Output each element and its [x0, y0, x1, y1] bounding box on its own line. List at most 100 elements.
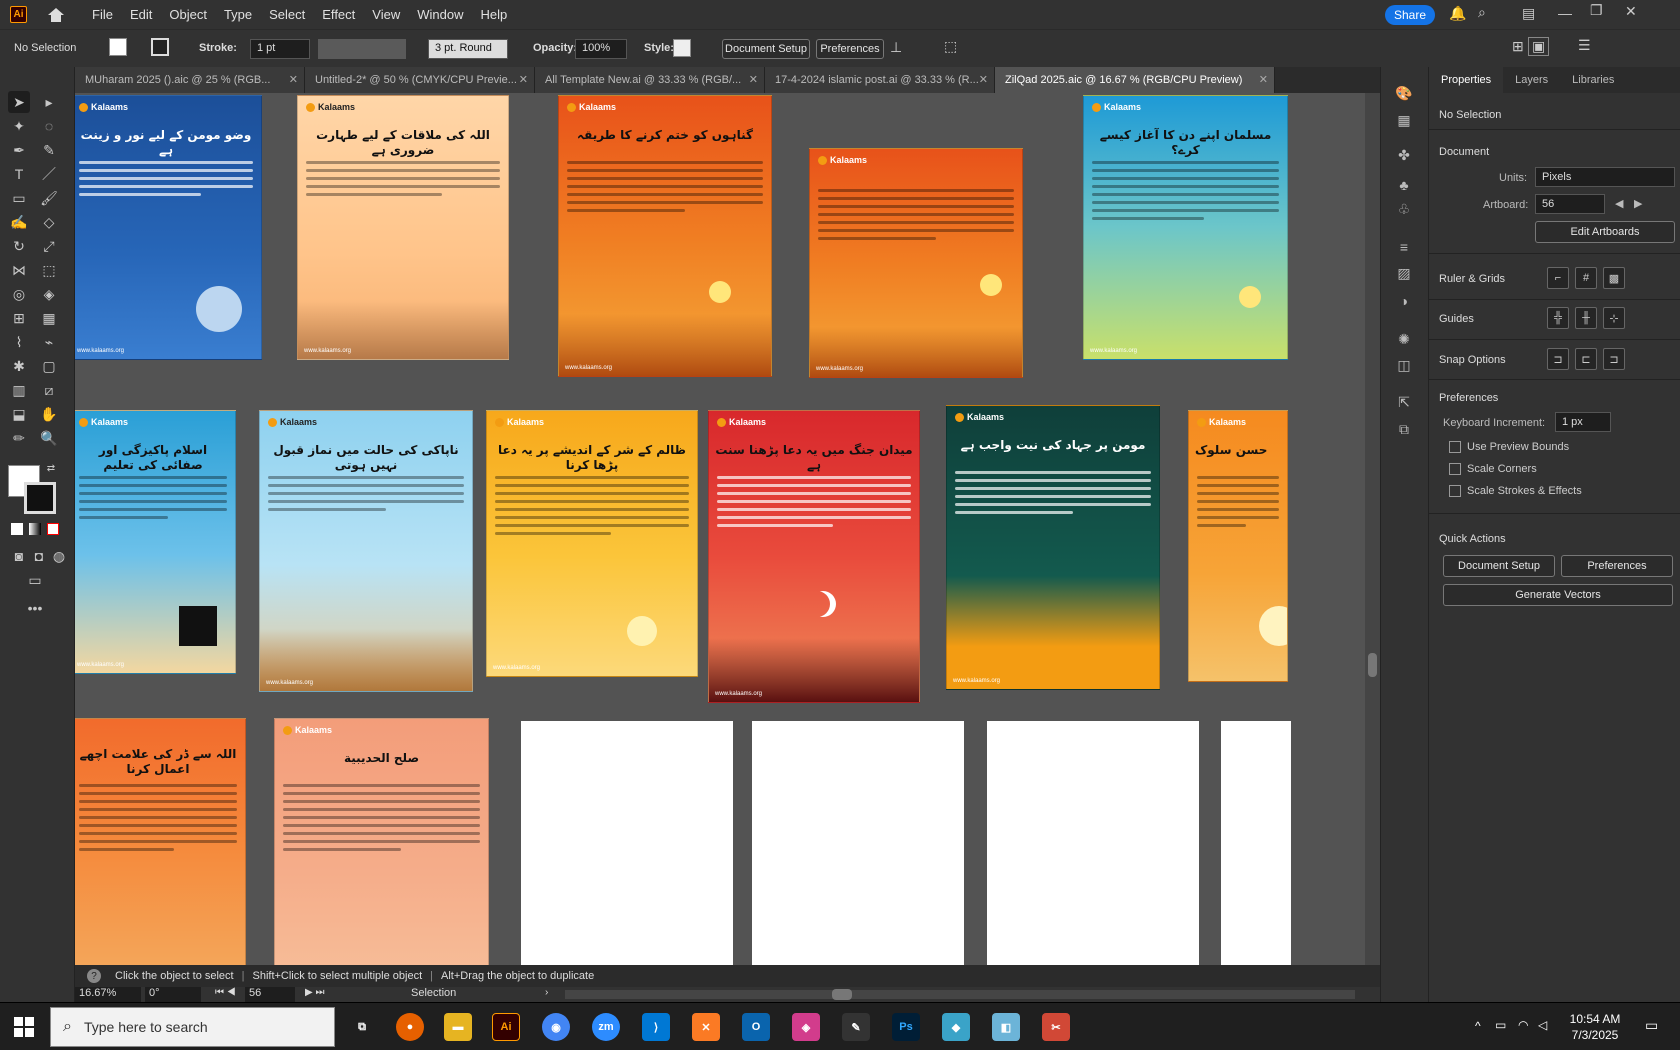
transparency-grid-icon[interactable]: ▩ — [1603, 267, 1625, 289]
edit-artboards-button[interactable]: Edit Artboards — [1535, 221, 1675, 243]
draw-inside-icon[interactable]: ◍ — [48, 545, 70, 567]
lasso-tool-icon[interactable]: ◌ — [38, 115, 60, 137]
status-menu-icon[interactable]: › — [545, 987, 548, 998]
scrollbar-thumb[interactable] — [1368, 653, 1377, 677]
blank-artboard[interactable] — [1221, 721, 1291, 970]
app-icon[interactable]: ◧ — [992, 1013, 1020, 1041]
blank-artboard[interactable] — [752, 721, 964, 970]
rulers-icon[interactable]: ⌐ — [1547, 267, 1569, 289]
menu-object[interactable]: Object — [169, 7, 207, 22]
panels-icon[interactable]: ▣ — [1528, 37, 1550, 56]
layers-panel-icon[interactable]: ◫ — [1394, 355, 1414, 375]
isolate-icon[interactable]: ⬚ — [944, 38, 957, 55]
blank-artboard[interactable] — [987, 721, 1199, 970]
artboard[interactable]: Kalaams اللہ کی ملاقات کے لیے طہارت ضرور… — [297, 95, 509, 360]
taskbar-search[interactable]: ⌕ Type here to search — [50, 1007, 335, 1047]
blank-artboard[interactable] — [521, 721, 733, 970]
panel-menu-icon[interactable]: ☰ — [1578, 37, 1591, 54]
swap-colors-icon[interactable]: ⇄ — [44, 461, 58, 475]
shape-builder-tool-icon[interactable]: ◎ — [8, 283, 30, 305]
artboard[interactable]: Kalaams صلح الحديبية — [274, 718, 489, 970]
variable-width-profile[interactable] — [318, 39, 406, 59]
task-view-icon[interactable]: ⧉ — [348, 1013, 376, 1041]
artboard[interactable]: Kalaams اسلام پاکیزگی اور صفائی کی تعلیم… — [75, 410, 236, 674]
artboard[interactable]: Kalaams www.kalaams.org — [809, 148, 1023, 378]
snap-to-glyph-icon[interactable]: ⊐ — [1603, 348, 1625, 370]
artboard-select[interactable]: 56 — [1535, 194, 1605, 214]
brushes-panel-icon[interactable]: ✤ — [1394, 145, 1414, 165]
help-icon[interactable]: ? — [87, 969, 101, 983]
vertical-scrollbar[interactable] — [1365, 93, 1380, 970]
stroke-swatch[interactable] — [151, 38, 169, 56]
graphic-style-swatch[interactable] — [673, 39, 691, 57]
tab-layers[interactable]: Layers — [1503, 67, 1560, 93]
previous-artboard-icon[interactable]: ◀ — [1615, 197, 1623, 210]
width-tool-icon[interactable]: ⋈ — [8, 259, 30, 281]
document-setup-button[interactable]: Document Setup — [1443, 555, 1555, 577]
xampp-icon[interactable]: ✕ — [692, 1013, 720, 1041]
close-tab-icon[interactable]: ✕ — [749, 73, 758, 86]
artboard[interactable]: Kalaams مومن پر جہاد کی نیت واجب ہے www.… — [946, 405, 1160, 690]
wifi-icon[interactable]: ◠ — [1518, 1018, 1528, 1032]
rectangle-tool-icon[interactable]: ▭ — [8, 187, 30, 209]
creative-cloud-icon[interactable]: ◈ — [792, 1013, 820, 1041]
show-guides-icon[interactable]: ╬ — [1547, 307, 1569, 329]
zoom-app-icon[interactable]: zm — [592, 1013, 620, 1041]
artboard[interactable]: Kalaams ناپاکی کی حالت میں نماز قبول نہی… — [259, 410, 473, 692]
menu-window[interactable]: Window — [417, 7, 463, 22]
live-paint-tool-icon[interactable]: ◈ — [38, 283, 60, 305]
menu-file[interactable]: File — [92, 7, 113, 22]
appearance-panel-icon[interactable]: ✺ — [1394, 329, 1414, 349]
paintbrush-tool-icon[interactable]: 🖌 — [38, 187, 60, 209]
scrollbar-thumb[interactable] — [832, 989, 852, 1000]
share-button[interactable]: Share — [1385, 5, 1435, 25]
shaper-tool-icon[interactable]: ✍ — [8, 211, 30, 233]
eyedropper-tool-icon[interactable]: ⌇ — [8, 331, 30, 353]
units-select[interactable]: Pixels — [1535, 167, 1675, 187]
fill-swatch[interactable] — [109, 38, 127, 56]
line-tool-icon[interactable]: ／ — [38, 163, 60, 185]
artboard[interactable]: Kalaams مسلمان اپنے دن کا آغاز کیسے کرے؟… — [1083, 95, 1288, 360]
selection-tool-icon[interactable]: ➤ — [8, 91, 30, 113]
taskbar-clock[interactable]: 10:54 AM 7/3/2025 — [1555, 1011, 1635, 1043]
align-icon[interactable]: ⊥ — [890, 39, 902, 56]
preferences-button[interactable]: Preferences — [816, 39, 884, 59]
arrange-icon[interactable]: ⊞ — [1512, 38, 1524, 55]
close-tab-icon[interactable]: ✕ — [289, 73, 298, 86]
keyboard-increment-field[interactable]: 1 px — [1555, 412, 1611, 432]
artboard[interactable]: Kalaams ظالم کے شر کے اندیشے پر یہ دعا پ… — [486, 410, 698, 677]
use-preview-bounds-checkbox[interactable]: Use Preview Bounds — [1449, 441, 1569, 453]
lock-guides-icon[interactable]: ╫ — [1575, 307, 1597, 329]
curvature-tool-icon[interactable]: ✎ — [38, 139, 60, 161]
smart-guides-icon[interactable]: ⊹ — [1603, 307, 1625, 329]
type-tool-icon[interactable]: T — [8, 163, 30, 185]
scale-corners-checkbox[interactable]: Scale Corners — [1449, 463, 1537, 475]
menu-effect[interactable]: Effect — [322, 7, 355, 22]
preferences-button[interactable]: Preferences — [1561, 555, 1673, 577]
gradient-tool-icon[interactable]: ▦ — [38, 307, 60, 329]
draw-normal-icon[interactable]: ◙ — [8, 545, 30, 567]
menu-select[interactable]: Select — [269, 7, 305, 22]
zoom-tool-icon[interactable]: 🔍 — [38, 427, 60, 449]
menu-type[interactable]: Type — [224, 7, 252, 22]
tab-properties[interactable]: Properties — [1429, 67, 1504, 93]
mesh-tool-icon[interactable]: ⊞ — [8, 307, 30, 329]
menu-view[interactable]: View — [372, 7, 400, 22]
snap-to-pixel-icon[interactable]: ⊏ — [1575, 348, 1597, 370]
none-mode-icon[interactable] — [47, 523, 59, 535]
tab-document-active[interactable]: ZilQad 2025.aic @ 16.67 % (RGB/CPU Previ… — [995, 67, 1275, 93]
tab-document[interactable]: MUharam 2025 ().aic @ 25 % (RGB... ✕ — [75, 67, 305, 93]
close-tab-icon[interactable]: ✕ — [1259, 73, 1268, 86]
transparency-panel-icon[interactable]: ◑ — [1394, 291, 1414, 311]
artboards-panel-icon[interactable]: ⧉ — [1394, 419, 1414, 439]
app-icon[interactable]: ◆ — [942, 1013, 970, 1041]
canvas-area[interactable]: Kalaams وضو مومن کے لیے نور و زینت ہے ww… — [75, 93, 1380, 970]
app-icon[interactable]: ✂ — [1042, 1013, 1070, 1041]
close-tab-icon[interactable]: ✕ — [519, 73, 528, 86]
color-mode-icon[interactable] — [11, 523, 23, 535]
artboard[interactable]: Kalaams حسن سلوک — [1188, 410, 1288, 682]
tab-document[interactable]: 17-4-2024 islamic post.ai @ 33.33 % (R..… — [765, 67, 995, 93]
stroke-panel-icon[interactable]: ≡ — [1394, 237, 1414, 257]
gradient-mode-icon[interactable] — [29, 523, 41, 535]
document-setup-button[interactable]: Document Setup — [722, 39, 810, 59]
